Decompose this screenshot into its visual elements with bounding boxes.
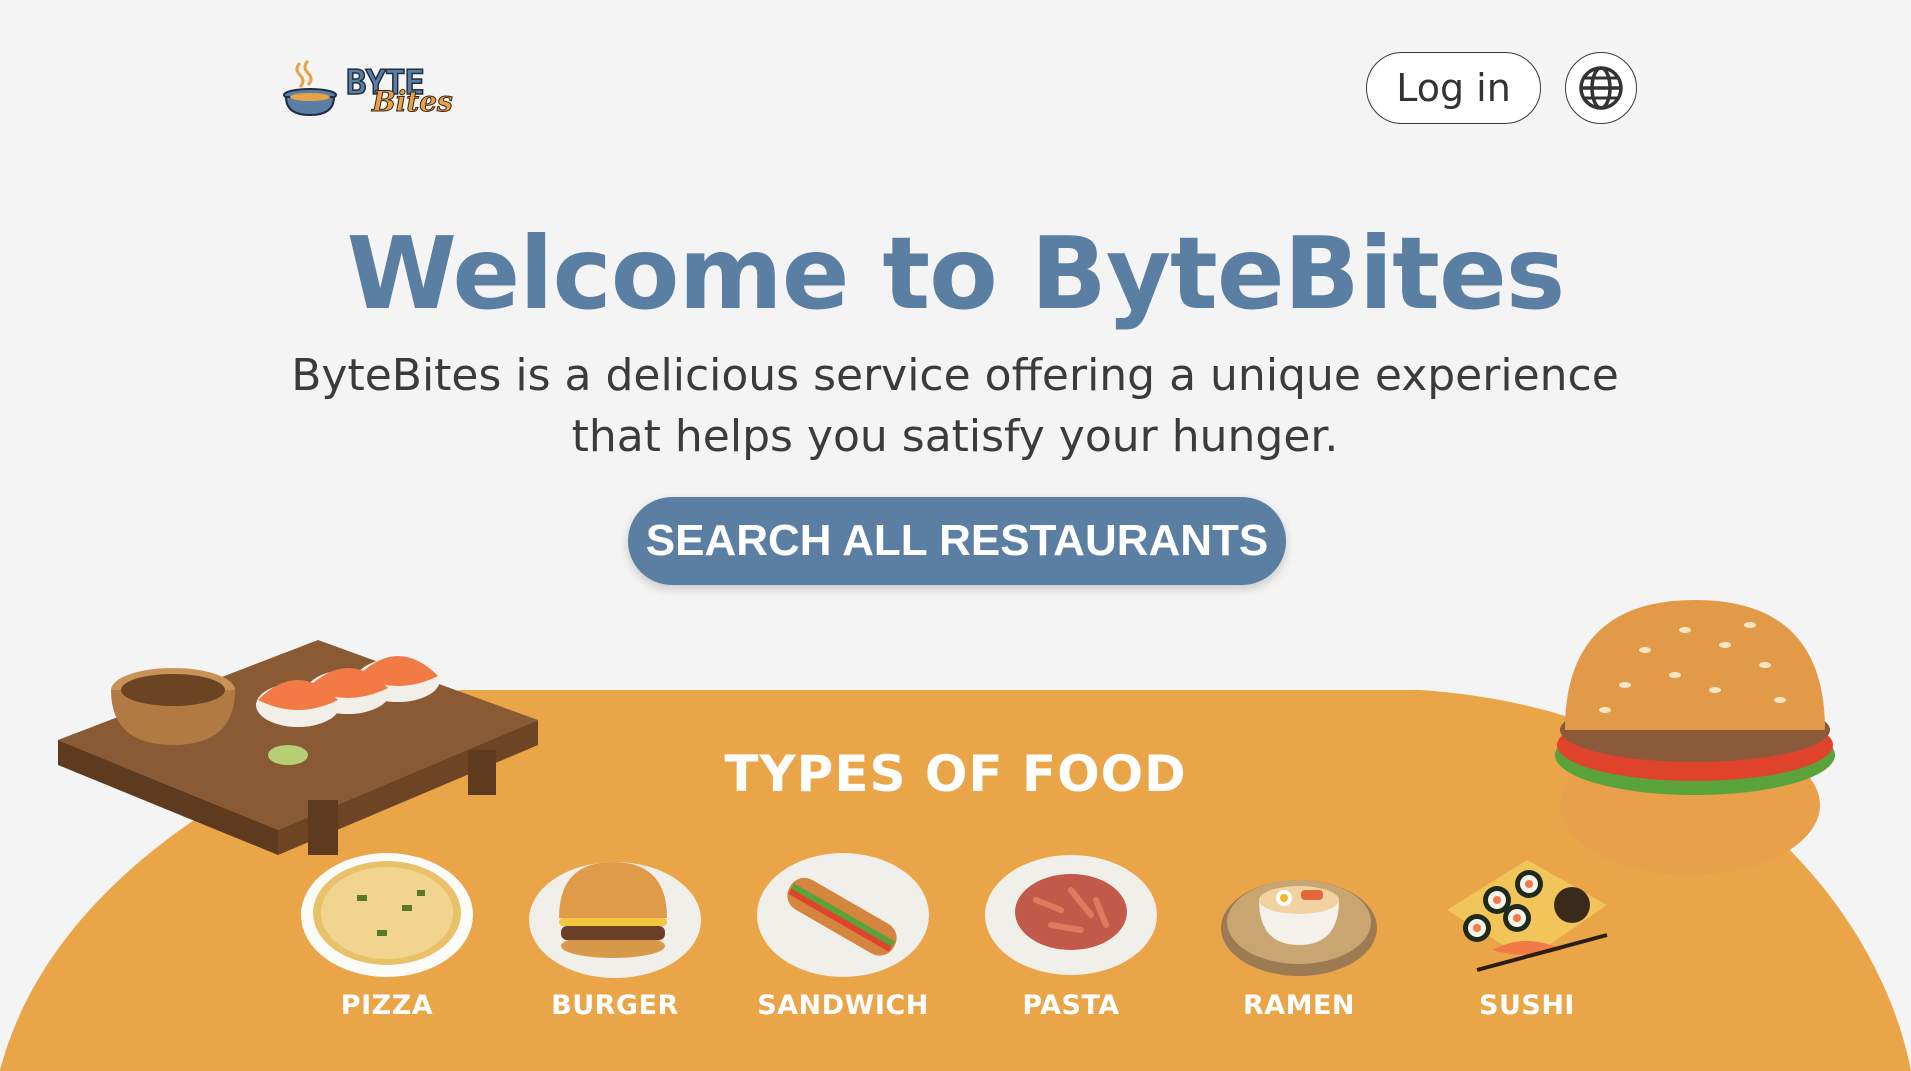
burger-icon — [529, 862, 701, 978]
sandwich-icon — [757, 853, 929, 977]
food-label: SUSHI — [1479, 990, 1575, 1021]
search-restaurants-button[interactable]: SEARCH ALL RESTAURANTS — [628, 497, 1286, 585]
food-label: PIZZA — [340, 990, 434, 1021]
login-button[interactable]: Log in — [1366, 52, 1541, 124]
burger-decoration — [1555, 600, 1835, 875]
food-type-sushi[interactable]: SUSHI — [1432, 850, 1622, 1030]
food-label: PASTA — [1022, 990, 1120, 1021]
pizza-icon — [301, 853, 473, 977]
food-label: BURGER — [551, 990, 679, 1021]
pasta-icon — [985, 855, 1157, 975]
food-type-pizza[interactable]: PIZZA — [292, 850, 482, 1030]
cooking-pot-icon — [283, 59, 337, 117]
food-label: SANDWICH — [757, 990, 929, 1021]
food-label: RAMEN — [1242, 990, 1356, 1021]
sushi-icon — [1447, 860, 1608, 972]
food-type-burger[interactable]: BURGER — [520, 850, 710, 1030]
globe-icon — [1579, 66, 1623, 110]
food-type-sandwich[interactable]: SANDWICH — [748, 850, 938, 1030]
hero-description: ByteBites is a delicious service offerin… — [291, 350, 1619, 462]
ramen-icon — [1221, 880, 1377, 976]
site-logo[interactable]: BYTE Bites — [280, 52, 470, 124]
hero-title: Welcome to ByteBites — [346, 215, 1566, 332]
logo-text-bites: Bites — [372, 85, 454, 119]
food-types-title: TYPES OF FOOD — [724, 745, 1187, 803]
food-type-ramen[interactable]: RAMEN — [1204, 850, 1394, 1030]
language-button[interactable] — [1565, 52, 1637, 124]
food-type-pasta[interactable]: PASTA — [976, 850, 1166, 1030]
